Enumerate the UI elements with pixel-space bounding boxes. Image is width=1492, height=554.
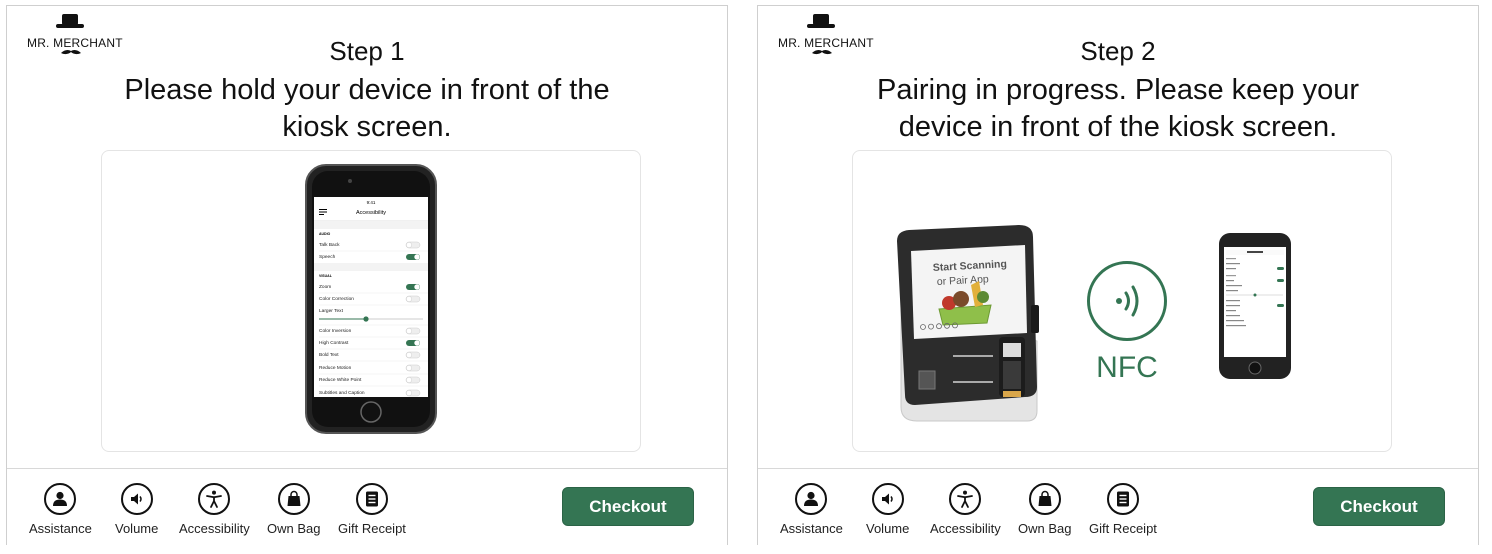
speaker-icon (871, 483, 904, 515)
accessibility-icon (949, 483, 982, 515)
person-icon (44, 483, 77, 515)
receipt-icon (1106, 483, 1139, 515)
small-phone-illustration (1219, 233, 1291, 379)
toggle-color-correction (405, 295, 421, 303)
phone-item-bold-text: Bold Text (319, 352, 339, 358)
phone-item-subtitles: Subtitles and Caption (319, 390, 365, 396)
checkout-button[interactable]: Checkout (1313, 487, 1445, 526)
instruction-line-1: Pairing in progress. Please keep your (877, 74, 1359, 106)
step-title: Step 2 (1080, 36, 1156, 66)
own-bag-label: Own Bag (267, 521, 321, 536)
phone-item-reduce-motion: Reduce Motion (319, 365, 352, 371)
nfc-indicator: NFC (1087, 261, 1167, 384)
checkout-button[interactable]: Checkout (562, 487, 694, 526)
accessibility-icon (198, 483, 231, 515)
volume-button[interactable]: Volume (115, 483, 158, 536)
gift-receipt-button[interactable]: Gift Receipt (338, 483, 406, 536)
toggle-talk-back (405, 241, 421, 249)
person-icon (795, 483, 828, 515)
volume-label: Volume (866, 521, 910, 536)
own-bag-button[interactable]: Own Bag (1018, 483, 1071, 536)
phone-section-visual: VISUAL (319, 274, 333, 278)
speaker-icon (120, 483, 153, 515)
phone-illustration: 9:41 Accessibility AUDIO Talk Back Speec… (305, 164, 437, 434)
nfc-pairing-illustration-card: Start Scanning or Pair App NFC (852, 150, 1392, 452)
phone-illustration-card: 9:41 Accessibility AUDIO Talk Back Speec… (101, 150, 641, 452)
instruction-text: Please hold your device in front of the … (67, 72, 667, 146)
phone-item-color-correction: Color Correction (319, 296, 354, 302)
accessibility-label: Accessibility (930, 521, 1001, 536)
toggle-reduce-motion (405, 364, 421, 372)
kiosk-screen-step-1: MR. MERCHANT Step 1 Please hold your dev… (6, 5, 728, 546)
bag-icon (277, 483, 310, 515)
phone-title: Accessibility (356, 210, 386, 216)
own-bag-button[interactable]: Own Bag (267, 483, 320, 536)
phone-item-talk-back: Talk Back (319, 242, 340, 248)
toggle-speech (406, 254, 420, 260)
instruction-line-1: Please hold your device in front of the (124, 74, 610, 106)
instruction-line-2: device in front of the kiosk screen. (898, 111, 1338, 143)
phone-item-reduce-white-point: Reduce White Point (319, 377, 362, 383)
toggle-zoom (406, 284, 420, 290)
toggle-high-contrast (406, 340, 420, 346)
assistance-label: Assistance (29, 521, 92, 536)
instruction-line-2: kiosk screen. (282, 111, 452, 143)
accessibility-label: Accessibility (179, 521, 250, 536)
phone-section-audio: AUDIO (319, 232, 331, 236)
nfc-label: NFC (1096, 351, 1158, 384)
kiosk-illustration: Start Scanning or Pair App (897, 225, 1039, 422)
toggle-color-inversion (405, 327, 421, 335)
assistance-button[interactable]: Assistance (29, 483, 92, 536)
phone-item-color-inversion: Color Inversion (319, 328, 352, 334)
hat-icon (807, 14, 835, 28)
bottom-bar: Assistance Volume Accessibility Own Bag (758, 468, 1478, 546)
step-title: Step 1 (329, 36, 405, 66)
hat-icon (56, 14, 84, 28)
phone-time: 9:41 (367, 200, 376, 205)
bag-icon (1028, 483, 1061, 515)
gift-receipt-label: Gift Receipt (1089, 521, 1157, 536)
accessibility-button[interactable]: Accessibility (930, 483, 1001, 536)
own-bag-label: Own Bag (1018, 521, 1072, 536)
kiosk-screen-step-2: MR. MERCHANT Step 2 Pairing in progress.… (757, 5, 1479, 546)
gift-receipt-label: Gift Receipt (338, 521, 406, 536)
assistance-label: Assistance (780, 521, 843, 536)
phone-item-speech: Speech (319, 254, 336, 260)
accessibility-button[interactable]: Accessibility (179, 483, 250, 536)
phone-item-zoom: Zoom (319, 284, 331, 290)
bottom-bar: Assistance Volume Accessibility Own Bag (7, 468, 727, 546)
assistance-button[interactable]: Assistance (780, 483, 843, 536)
toggle-reduce-white-point (405, 376, 421, 384)
volume-button[interactable]: Volume (866, 483, 909, 536)
screens-container: MR. MERCHANT Step 1 Please hold your dev… (0, 0, 1492, 554)
receipt-icon (355, 483, 388, 515)
volume-label: Volume (115, 521, 159, 536)
toggle-bold-text (405, 351, 421, 359)
gift-receipt-button[interactable]: Gift Receipt (1089, 483, 1157, 536)
instruction-text: Pairing in progress. Please keep your de… (818, 72, 1418, 146)
phone-item-high-contrast: High Contrast (319, 340, 349, 346)
nfc-icon (1087, 261, 1167, 341)
phone-item-larger-text: Larger Text (319, 308, 344, 314)
toggle-subtitles (405, 389, 421, 397)
